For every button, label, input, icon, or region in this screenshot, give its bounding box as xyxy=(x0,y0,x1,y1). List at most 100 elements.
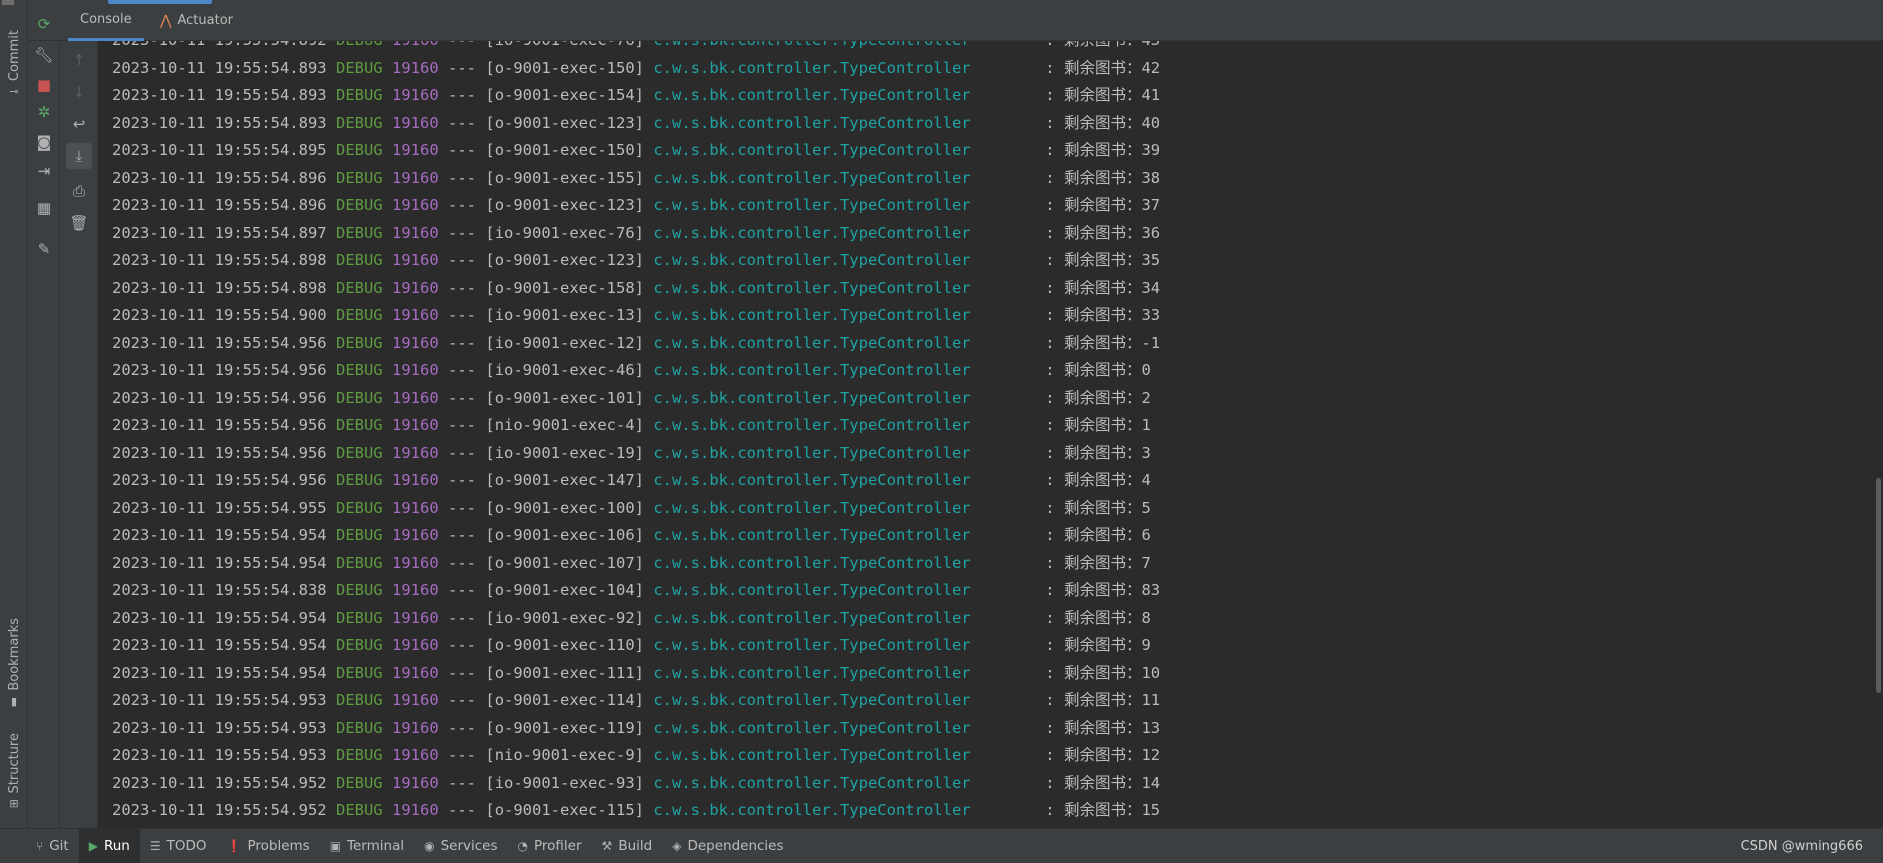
log-pid: 19160 xyxy=(392,691,439,709)
log-logger: c.w.s.bk.controller.TypeController xyxy=(653,581,971,599)
bottom-tab-profiler[interactable]: ◔ Profiler xyxy=(508,829,592,863)
stop-icon[interactable]: ■ xyxy=(31,72,57,98)
bottom-tab-build[interactable]: ⚒ Build xyxy=(592,829,663,863)
log-timestamp: 2023-10-11 19:55:54.954 xyxy=(112,636,327,654)
list-icon: ☰ xyxy=(149,839,161,853)
log-level: DEBUG xyxy=(335,306,383,324)
log-separator: --- xyxy=(448,746,477,764)
log-level: DEBUG xyxy=(335,416,383,434)
bottom-tab-dependencies-label: Dependencies xyxy=(687,838,784,854)
bottom-tab-git-label: Git xyxy=(49,838,69,854)
log-line: 2023-10-11 19:55:54.898 DEBUG 19160 --- … xyxy=(112,275,1160,302)
log-padding xyxy=(980,801,1045,819)
log-pid: 19160 xyxy=(392,113,439,132)
bottom-tab-terminal[interactable]: ▣ Terminal xyxy=(320,829,414,863)
log-separator: --- xyxy=(448,86,477,104)
log-separator: --- xyxy=(448,581,477,599)
bottom-tab-dependencies[interactable]: ◈ Dependencies xyxy=(662,829,793,863)
log-thread: [o-9001-exec-110] xyxy=(485,636,644,654)
problems-icon: ❗ xyxy=(226,839,242,853)
log-padding xyxy=(980,444,1045,462)
log-thread: [io-9001-exec-76] xyxy=(485,41,644,49)
commit-tool-tab[interactable]: Commit ⊸ xyxy=(2,30,26,98)
layout-icon[interactable]: ▦ xyxy=(31,195,57,221)
log-level: DEBUG xyxy=(335,86,383,104)
log-level: DEBUG xyxy=(335,526,383,544)
print-icon[interactable]: ⎙ xyxy=(66,178,92,204)
log-timestamp: 2023-10-11 19:55:54.954 xyxy=(112,663,327,682)
bottom-tab-todo[interactable]: ☰ TODO xyxy=(140,829,217,863)
log-thread: [o-9001-exec-150] xyxy=(485,58,644,77)
down-arrow-icon[interactable]: ↓ xyxy=(66,79,92,105)
profiler-icon: ◔ xyxy=(517,839,529,853)
trash-icon[interactable]: 🗑︎ xyxy=(66,210,92,236)
camera-icon[interactable]: ◙ xyxy=(31,129,57,155)
log-pid: 19160 xyxy=(392,416,439,434)
log-message: : 剩余图书：6 xyxy=(1045,526,1151,544)
bottom-tab-problems[interactable]: ❗ Problems xyxy=(217,829,320,863)
log-message: : 剩余图书：35 xyxy=(1045,251,1161,269)
log-padding xyxy=(980,664,1045,682)
log-padding xyxy=(980,169,1045,187)
bottom-tab-terminal-label: Terminal xyxy=(347,838,405,854)
up-arrow-icon[interactable]: ↑ xyxy=(66,47,92,73)
bookmarks-tool-tab[interactable]: Bookmarks ▮ xyxy=(2,618,26,708)
log-timestamp: 2023-10-11 19:55:54.953 xyxy=(112,718,327,737)
console-scrollbar[interactable] xyxy=(1871,41,1883,828)
log-line: 2023-10-11 19:55:54.838 DEBUG 19160 --- … xyxy=(112,577,1160,604)
bottom-tab-services[interactable]: ◉ Services xyxy=(414,829,507,863)
log-logger: c.w.s.bk.controller.TypeController xyxy=(653,663,971,682)
log-logger: c.w.s.bk.controller.TypeController xyxy=(653,718,971,737)
debug-bug-icon[interactable]: ✲ xyxy=(31,99,57,125)
log-padding xyxy=(980,416,1045,434)
log-timestamp: 2023-10-11 19:55:54.952 xyxy=(112,801,327,819)
bottom-tool-bar: ⑂ Git ▶ Run ☰ TODO ❗ Problems ▣ Terminal… xyxy=(0,828,1883,863)
log-padding xyxy=(980,141,1045,159)
log-padding xyxy=(980,526,1045,544)
wrench-icon[interactable]: 🔧︎ xyxy=(31,42,57,68)
console-scrollbar-thumb[interactable] xyxy=(1876,478,1881,693)
log-line: 2023-10-11 19:55:54.956 DEBUG 19160 --- … xyxy=(112,385,1151,412)
soft-wrap-icon[interactable]: ↩ xyxy=(66,111,92,137)
log-padding xyxy=(980,554,1045,572)
log-logger: c.w.s.bk.controller.TypeController xyxy=(653,41,970,49)
log-separator: --- xyxy=(448,251,477,269)
log-timestamp: 2023-10-11 19:55:54.953 xyxy=(112,691,327,709)
exit-icon[interactable]: ⇥ xyxy=(31,158,57,184)
pin-icon[interactable]: ✎ xyxy=(31,236,57,262)
log-message: : 剩余图书：11 xyxy=(1045,691,1161,709)
hammer-icon: ⚒ xyxy=(601,839,613,853)
commit-tab-label: Commit xyxy=(6,30,22,82)
tab-actuator[interactable]: ⋀ Actuator xyxy=(148,0,245,41)
log-message: : 剩余图书：38 xyxy=(1045,168,1161,187)
log-thread: [o-9001-exec-119] xyxy=(485,718,644,737)
log-padding xyxy=(980,224,1045,242)
log-timestamp: 2023-10-11 19:55:54.956 xyxy=(112,333,327,352)
log-thread: [o-9001-exec-123] xyxy=(485,196,644,214)
log-pid: 19160 xyxy=(392,773,439,792)
log-message: : 剩余图书：34 xyxy=(1045,278,1161,297)
log-padding xyxy=(980,196,1045,214)
log-separator: --- xyxy=(448,608,477,627)
log-logger: c.w.s.bk.controller.TypeController xyxy=(653,278,971,297)
log-pid: 19160 xyxy=(392,333,439,352)
log-separator: --- xyxy=(448,306,477,324)
run-icon: ▶ xyxy=(88,839,98,853)
tab-console[interactable]: Console xyxy=(68,0,144,41)
scroll-to-end-icon[interactable]: ⤓ xyxy=(66,143,92,169)
log-separator: --- xyxy=(448,553,477,572)
bottom-tab-run[interactable]: ▶ Run xyxy=(78,828,140,863)
rerun-icon[interactable]: ⟳ xyxy=(31,11,57,37)
console-output[interactable]: 2023-10-11 19:55:54.892 DEBUG 19160 --- … xyxy=(99,41,1883,828)
bottom-tab-git[interactable]: ⑂ Git xyxy=(0,829,79,863)
log-padding xyxy=(980,691,1045,709)
log-pid: 19160 xyxy=(392,251,439,269)
log-message: : 剩余图书：37 xyxy=(1045,196,1161,214)
bottom-tab-problems-label: Problems xyxy=(247,838,310,854)
log-level: DEBUG xyxy=(335,691,383,709)
structure-tool-tab[interactable]: Structure ⊞ xyxy=(2,733,26,810)
log-timestamp: 2023-10-11 19:55:54.893 xyxy=(112,58,327,77)
log-pid: 19160 xyxy=(392,471,439,489)
project-tab-marker[interactable] xyxy=(0,0,28,6)
actuator-icon: ⋀ xyxy=(160,12,172,29)
